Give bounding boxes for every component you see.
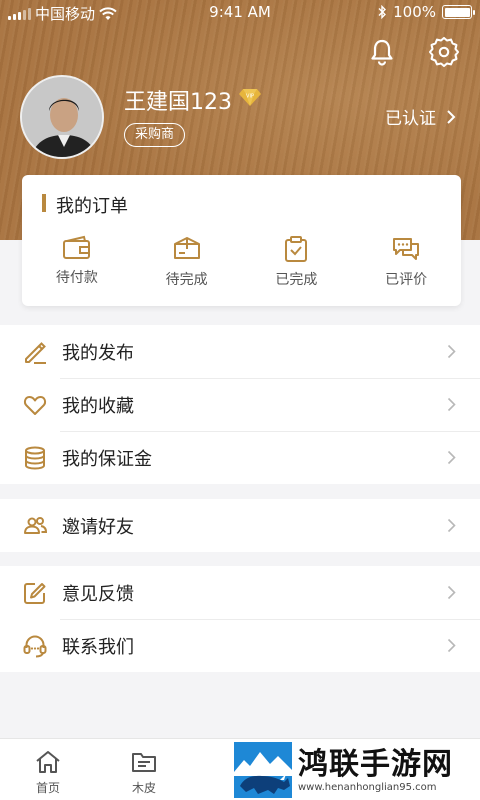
watermark-title: 鸿联手游网	[298, 746, 453, 782]
headset-icon	[23, 635, 47, 657]
status-bar: 中国移动 9:41 AM 100%	[0, 0, 480, 24]
menu-label: 邀请好友	[62, 516, 134, 538]
order-reviewed[interactable]: 已评价	[351, 235, 461, 289]
heart-icon	[23, 395, 47, 415]
chevron-right-icon	[447, 109, 456, 124]
package-icon	[173, 237, 200, 259]
chevron-right-icon	[447, 638, 456, 653]
order-label: 待完成	[165, 272, 208, 288]
tab-label: 木皮	[131, 781, 156, 795]
menu-item-deposit[interactable]: 我的保证金	[0, 431, 480, 484]
chat-bubbles-icon	[393, 238, 420, 260]
chevron-right-icon	[447, 585, 456, 600]
menu-group-support: 意见反馈 联系我们	[0, 566, 480, 672]
menu-item-contact-us[interactable]: 联系我们	[0, 619, 480, 672]
battery-icon	[442, 5, 475, 19]
menu-item-feedback[interactable]: 意见反馈	[0, 566, 480, 619]
avatar[interactable]	[20, 75, 104, 159]
tab-veneer[interactable]: 木皮	[96, 739, 192, 800]
menu-group-invite: 邀请好友	[0, 499, 480, 552]
menu-item-my-posts[interactable]: 我的发布	[0, 325, 480, 378]
users-icon	[24, 516, 48, 534]
order-pending-complete[interactable]: 待完成	[132, 235, 242, 289]
avatar-photo	[22, 77, 102, 157]
menu-label: 联系我们	[62, 636, 134, 658]
bell-icon[interactable]	[366, 36, 398, 68]
watermark-url: www.henanhonglian95.com	[298, 781, 437, 793]
watermark: 鸿联手游网 www.henanhonglian95.com	[232, 740, 480, 800]
orders-title: 我的订单	[42, 192, 128, 218]
home-icon	[36, 751, 60, 773]
menu-label: 意见反馈	[62, 583, 134, 605]
menu-label: 我的发布	[62, 342, 134, 364]
chevron-right-icon	[447, 397, 456, 412]
battery-percent: 100%	[393, 3, 436, 21]
tab-label: 首页	[35, 781, 60, 795]
order-label: 待付款	[55, 270, 98, 286]
menu-item-favorites[interactable]: 我的收藏	[0, 378, 480, 431]
user-name: 王建国123	[124, 90, 232, 115]
clipboard-check-icon	[285, 236, 308, 262]
tab-home[interactable]: 首页	[0, 739, 96, 800]
my-orders-card: 我的订单 待付款 待完成 已完成 已评价	[22, 175, 461, 306]
menu-label: 我的保证金	[62, 448, 152, 470]
order-completed[interactable]: 已完成	[242, 235, 352, 289]
bull-logo-icon	[234, 742, 292, 798]
gear-icon[interactable]	[428, 36, 460, 68]
chevron-right-icon	[447, 450, 456, 465]
order-label: 已完成	[275, 272, 318, 288]
role-badge: 采购商	[124, 123, 186, 147]
folder-icon	[132, 753, 156, 772]
menu-item-invite-friends[interactable]: 邀请好友	[0, 499, 480, 552]
order-label: 已评价	[385, 272, 428, 288]
database-icon	[25, 446, 45, 470]
pencil-icon	[25, 341, 46, 364]
vip-diamond-icon: VIP	[239, 89, 261, 106]
verified-status[interactable]: 已认证	[385, 104, 456, 129]
order-pending-payment[interactable]: 待付款	[22, 235, 132, 289]
edit-square-icon	[24, 582, 46, 604]
chevron-right-icon	[447, 344, 456, 359]
verified-label: 已认证	[385, 109, 436, 129]
menu-group-personal: 我的发布 我的收藏 我的保证金	[0, 325, 480, 484]
menu-label: 我的收藏	[62, 395, 134, 417]
bluetooth-icon	[378, 5, 387, 19]
chevron-right-icon	[447, 518, 456, 533]
svg-text:VIP: VIP	[246, 94, 254, 100]
wallet-icon	[62, 235, 90, 259]
